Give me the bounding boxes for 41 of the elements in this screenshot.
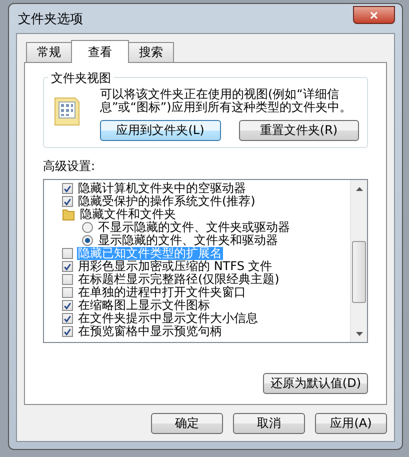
advanced-label: 高级设置: [43, 158, 96, 175]
folder-button[interactable]: 应用到文件夹(L) [100, 120, 220, 141]
setting-label[interactable]: 用彩色显示加密或压缩的 NTFS 文件 [77, 260, 274, 273]
setting-label[interactable]: 隐藏计算机文件夹中的空驱动器 [77, 182, 247, 195]
setting-label[interactable]: 在单独的进程中打开文件夹窗口 [77, 286, 247, 299]
tab[interactable]: 搜索 [128, 42, 174, 62]
setting-label[interactable]: 不显示隐藏的文件、文件夹或驱动器 [97, 221, 291, 234]
checkbox[interactable] [62, 326, 73, 337]
restore-defaults-button[interactable]: 还原为默认值(D) [263, 373, 368, 394]
setting-label[interactable]: 显示隐藏的文件、文件夹和驱动器 [97, 234, 279, 247]
checkbox[interactable] [62, 248, 73, 259]
folder-icon [62, 208, 75, 221]
tab[interactable]: 常规 [26, 42, 72, 62]
setting-label[interactable]: 隐藏受保护的操作系统文件(推荐) [77, 195, 256, 208]
setting-label[interactable]: 在预览窗格中显示预览句柄 [77, 325, 223, 338]
checkbox[interactable] [62, 300, 73, 311]
setting-label[interactable]: 在文件夹提示中显示文件大小信息 [77, 312, 259, 325]
dialog-button[interactable]: 应用(A) [315, 413, 387, 434]
scroll-thumb[interactable] [352, 241, 366, 303]
description-text: 可以将该文件夹正在使用的视图(例如“详细信息”或“图标”)应用到所有这种类型的文件夹中。 [100, 88, 352, 114]
checkbox[interactable] [62, 196, 73, 207]
scroll-down-icon[interactable] [356, 332, 362, 336]
window-title: 文件夹选项 [18, 10, 83, 28]
folder-view-icon [52, 95, 82, 127]
checkbox[interactable] [62, 183, 73, 194]
tab[interactable]: 查看 [71, 40, 129, 63]
group-title: 文件夹视图 [48, 70, 114, 87]
setting-label[interactable]: 在缩略图上显示文件图标 [77, 299, 211, 312]
folder-button[interactable]: 重置文件夹(R) [238, 120, 359, 141]
checkbox[interactable] [62, 274, 73, 285]
scroll-up-icon[interactable] [356, 186, 362, 190]
checkbox[interactable] [62, 287, 73, 298]
scrollbar[interactable] [350, 180, 367, 342]
setting-label: 隐藏文件和文件夹 [79, 208, 177, 221]
checkbox[interactable] [62, 261, 73, 272]
dialog-button[interactable]: 确定 [151, 413, 223, 434]
checkbox[interactable] [62, 313, 73, 324]
radio-button[interactable] [82, 222, 93, 233]
dialog-button[interactable]: 取消 [233, 413, 305, 434]
setting-label[interactable]: 在标题栏显示完整路径(仅限经典主题) [77, 273, 280, 286]
radio-button[interactable] [82, 235, 93, 246]
